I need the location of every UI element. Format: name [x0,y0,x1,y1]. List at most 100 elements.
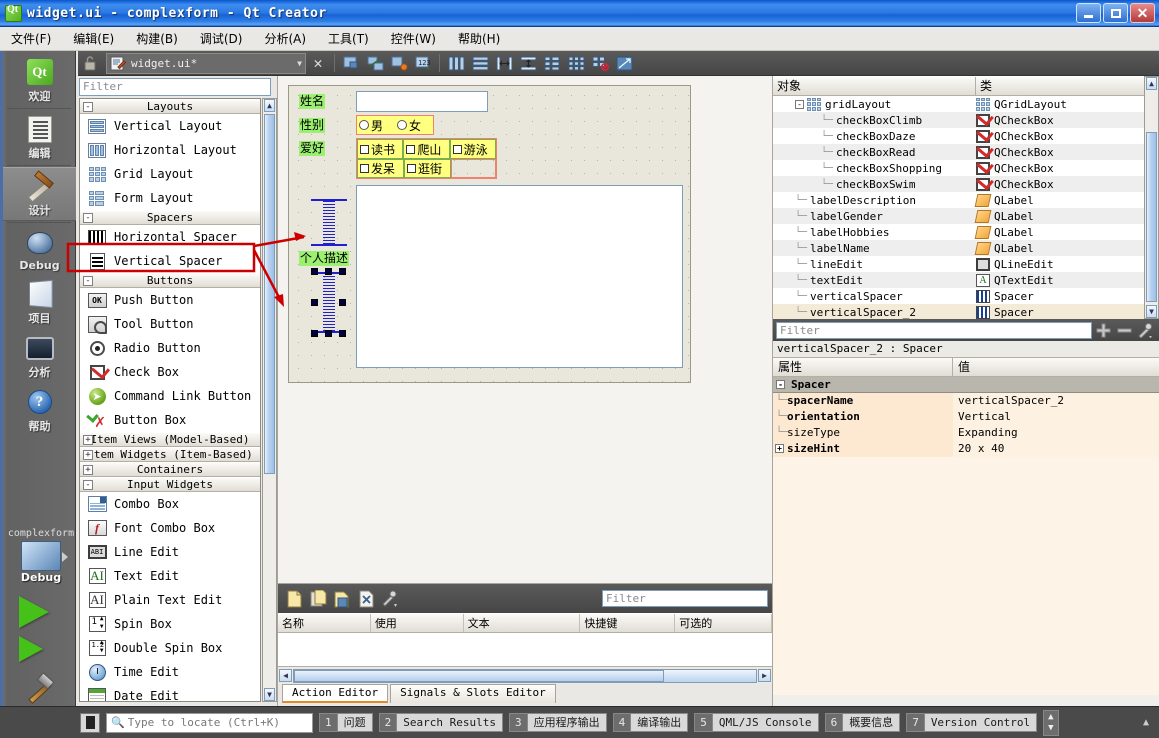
delete-action-icon[interactable] [354,588,378,610]
selection-handle[interactable] [339,299,346,306]
widget-item-horizontal-layout-icon[interactable]: Horizontal Layout [80,138,260,162]
scrollbar-thumb[interactable] [264,114,275,474]
form-surface[interactable]: 姓名 性别 男 女 爱好 读书 爬山 游泳 发呆 逛街 个人描述 [288,85,691,383]
edit-buddies-icon[interactable] [388,53,410,74]
selection-handle[interactable] [325,268,332,275]
form-vertical-spacer-2-selected[interactable] [311,268,347,337]
menu-item-1[interactable]: 编辑(E) [62,27,125,50]
sidebar-item-projects[interactable]: 项目 [3,275,76,329]
action-column-header-0[interactable]: 名称 [278,614,371,632]
widget-item-vertical-layout-icon[interactable]: Vertical Layout [80,114,260,138]
menu-item-3[interactable]: 调试(D) [189,27,254,50]
scrollbar-thumb[interactable] [1146,132,1157,302]
layout-splitter-horizontal-icon[interactable] [493,53,515,74]
form-checkbox-climb[interactable]: 爬山 [403,139,450,159]
property-row-sizeHint[interactable]: + sizeHint 20 x 40 [773,440,1159,457]
run-play-icon[interactable] [19,596,55,628]
property-row-orientation[interactable]: └─ orientation Vertical [773,408,1159,425]
widget-group-header-5[interactable]: + Containers [80,462,260,477]
object-tree-row[interactable]: - gridLayout QGridLayout [773,96,1159,112]
object-tree-row[interactable]: └─ labelHobbies QLabel [773,224,1159,240]
object-tree-row[interactable]: └─ checkBoxRead QCheckBox [773,144,1159,160]
widget-group-header-6[interactable]: - Input Widgets [80,477,260,492]
form-checkbox-read[interactable]: 读书 [357,139,404,159]
widget-group-header-1[interactable]: - Spacers [80,210,260,225]
object-tree-row[interactable]: └─ verticalSpacer Spacer [773,288,1159,304]
widget-group-header-0[interactable]: - Layouts [80,99,260,114]
selection-handle[interactable] [339,268,346,275]
open-documents-combobox[interactable]: widget.ui* ▼ [106,52,306,74]
menu-item-0[interactable]: 文件(F) [0,27,62,50]
sidebar-item-design[interactable]: 设计 [3,167,76,221]
property-value-cell[interactable]: verticalSpacer_2 [953,392,1159,409]
property-group-spacer[interactable]: - Spacer [773,377,1159,393]
form-line-edit[interactable] [356,91,488,112]
layout-grid-icon[interactable] [565,53,587,74]
object-tree-row[interactable]: └─ verticalSpacer_2 Spacer [773,304,1159,319]
selection-handle[interactable] [339,330,346,337]
debug-run-icon[interactable] [19,636,55,666]
form-label-name[interactable]: 姓名 [299,94,326,109]
menu-item-2[interactable]: 构建(B) [125,27,189,50]
action-column-header-3[interactable]: 快捷键 [580,614,676,632]
locator-input[interactable]: 🔍 Type to locate (Ctrl+K) [106,712,313,733]
selection-handle[interactable] [311,268,318,275]
minus-icon[interactable] [1114,323,1134,338]
output-pane-7[interactable]: 7 Version Control [906,713,1038,732]
property-value-cell[interactable]: 20 x 40 [953,440,1159,457]
expand-toggle-icon[interactable]: - [83,480,93,490]
expand-toggle-icon[interactable]: - [83,213,93,223]
maximize-icon[interactable] [1103,3,1128,23]
form-label-hobbies[interactable]: 爱好 [299,141,326,156]
widget-box-list[interactable]: - Layouts Vertical Layout Horizontal Layout… [79,98,261,702]
close-editor-icon[interactable]: ✕ [307,53,329,74]
form-gender-layout[interactable]: 男 女 [356,115,434,135]
form-hobbies-grid-layout[interactable]: 读书 爬山 游泳 发呆 逛街 [356,138,497,179]
edit-tab-order-icon[interactable]: 123 [412,53,434,74]
form-checkbox-swim[interactable]: 游泳 [449,139,496,159]
build-hammer-icon[interactable] [23,674,53,702]
layout-vertical-icon[interactable] [469,53,491,74]
action-editor-hscrollbar[interactable]: ◀ ▶ [278,667,772,684]
plus-icon[interactable] [1092,323,1114,338]
object-tree-row[interactable]: └─ textEdit A QTextEdit [773,272,1159,288]
widget-box-scrollbar[interactable]: ▲ ▼ [262,98,277,702]
object-tree-row[interactable]: └─ lineEdit QLineEdit [773,256,1159,272]
scrollbar-thumb[interactable] [294,669,664,682]
widget-item-button-box-icon[interactable]: ✗ Button Box [80,408,260,432]
widget-item-plain-text-edit-icon[interactable]: AI Plain Text Edit [80,588,260,612]
object-tree-row[interactable]: └─ labelDescription QLabel [773,192,1159,208]
form-vertical-spacer-1[interactable] [311,199,347,246]
tab-action-editor[interactable]: Action Editor [282,684,389,703]
object-tree-row[interactable]: └─ labelName QLabel [773,240,1159,256]
action-column-header-4[interactable]: 可选的 [675,614,772,632]
scroll-up-icon[interactable]: ▲ [1146,77,1157,90]
widget-item-command-link-button-icon[interactable]: ➤ Command Link Button [80,384,260,408]
scroll-right-icon[interactable]: ▶ [758,669,771,682]
property-editor-filter-input[interactable]: Filter [776,321,1092,339]
widget-item-font-combo-box-icon[interactable]: f Font Combo Box [80,516,260,540]
form-radio-male[interactable]: 男 [357,116,395,134]
widget-item-check-box-icon[interactable]: Check Box [80,360,260,384]
form-text-edit[interactable] [356,185,683,368]
object-tree-row[interactable]: └─ checkBoxSwim QCheckBox [773,176,1159,192]
sidebar-item-edit[interactable]: 编辑 [3,110,76,164]
widget-item-double-spin-box-icon[interactable]: 1.2 Double Spin Box [80,636,260,660]
expand-toggle-icon[interactable]: + [83,435,93,445]
widget-item-form-layout-icon[interactable]: Form Layout [80,186,260,210]
widget-item-date-edit-icon[interactable]: Date Edit [80,684,260,701]
lock-open-icon[interactable] [79,53,101,74]
widget-item-tool-button-icon[interactable]: Tool Button [80,312,260,336]
up-down-arrows-icon[interactable]: ▲ ▼ [1043,709,1059,736]
collapse-up-icon[interactable]: ▲ [1143,717,1149,728]
sidebar-item-analyze[interactable]: 分析 [3,329,76,383]
layout-horizontal-icon[interactable] [445,53,467,74]
expand-toggle-icon[interactable]: + [83,450,93,460]
action-table-body[interactable] [278,633,772,667]
object-tree-row[interactable]: └─ checkBoxClimb QCheckBox [773,112,1159,128]
action-column-header-1[interactable]: 使用 [371,614,464,632]
form-editor-canvas[interactable]: 姓名 性别 男 女 爱好 读书 爬山 游泳 发呆 逛街 个人描述 [278,76,773,583]
edit-signals-slots-icon[interactable] [364,53,386,74]
scroll-down-icon[interactable]: ▼ [264,688,275,701]
property-value-cell[interactable]: Vertical [953,408,1159,425]
